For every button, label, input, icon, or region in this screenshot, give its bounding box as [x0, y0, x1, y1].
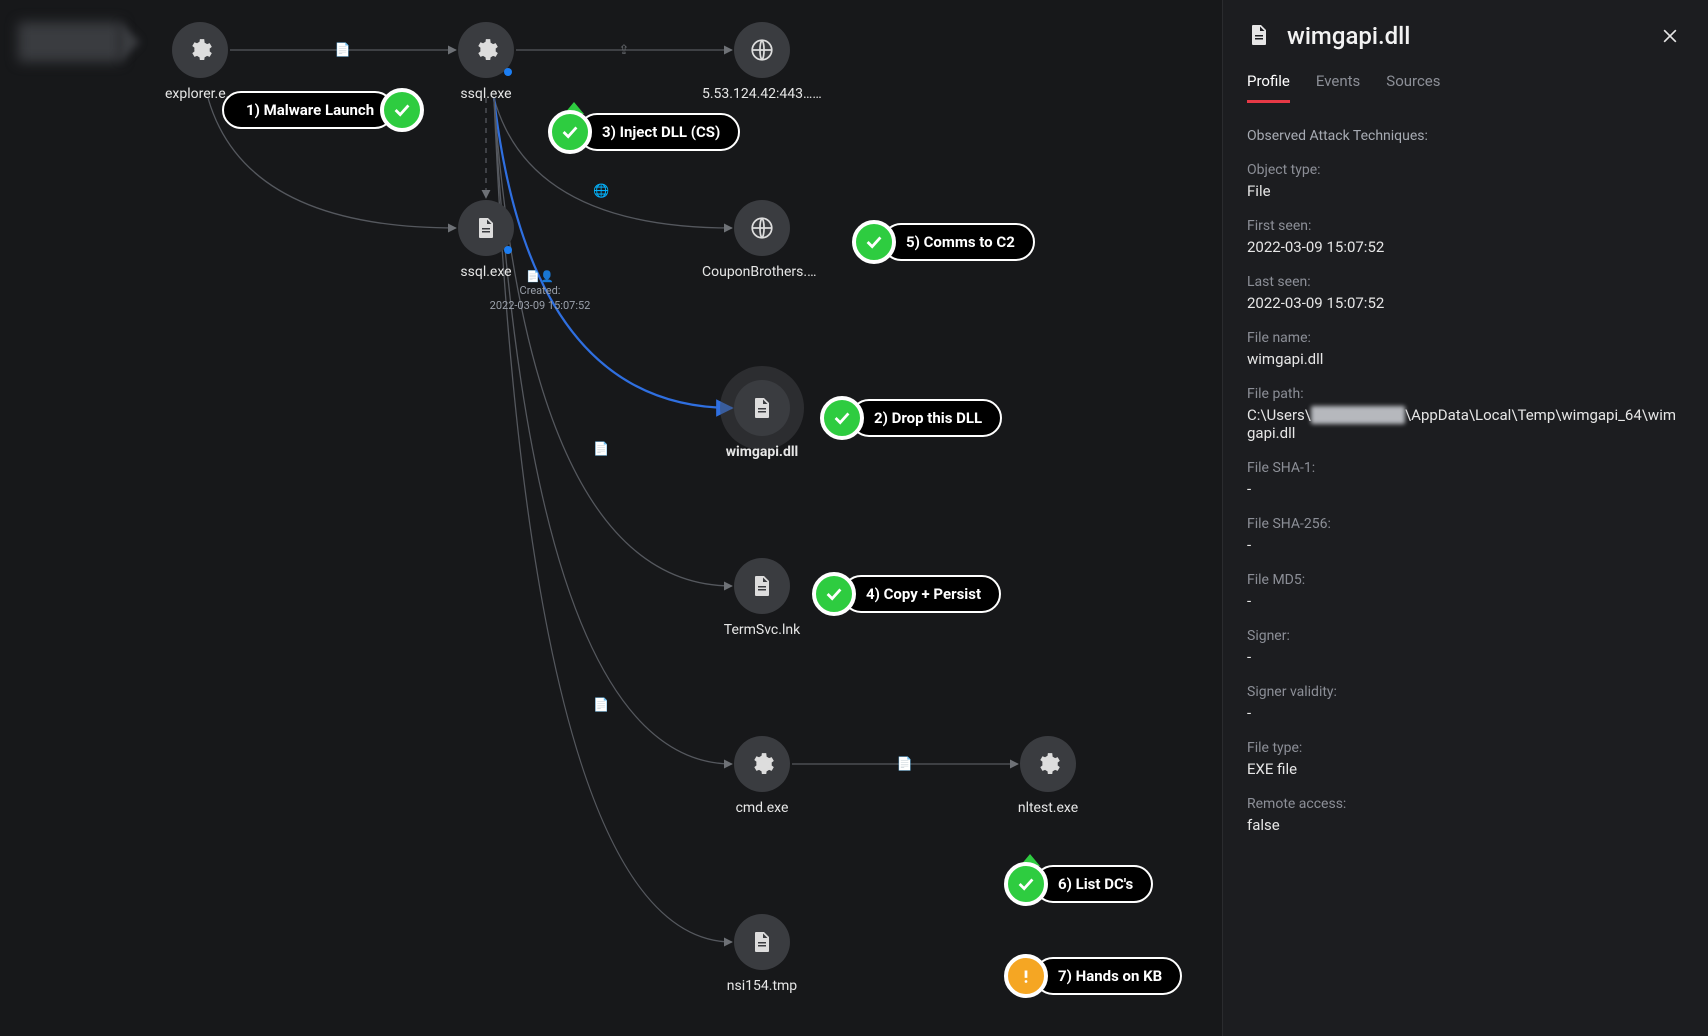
annotation-badge: 3) Inject DLL (CS)	[548, 114, 740, 150]
check-icon	[380, 88, 424, 132]
field-value: C:\Users\XXXXXXXXXX\AppData\Local\Temp\w…	[1247, 406, 1684, 442]
check-icon	[1004, 862, 1048, 906]
field-key: Signer:	[1247, 628, 1684, 644]
warning-icon	[1004, 954, 1048, 998]
annotation-badge: 6) List DC's	[1004, 866, 1153, 902]
node-label: TermSvc.lnk	[702, 622, 822, 638]
annotation-badge: 1) Malware Launch	[222, 92, 424, 128]
annotation-label: 4) Copy + Persist	[842, 575, 1001, 613]
field-value: File	[1247, 182, 1684, 200]
field-key: File MD5:	[1247, 572, 1684, 588]
file-icon	[1247, 23, 1273, 49]
node-label: cmd.exe	[702, 800, 822, 816]
edge-icon: 📄	[334, 41, 352, 59]
annotation-label: 2) Drop this DLL	[850, 399, 1002, 437]
process-graph-canvas[interactable]: explorer.e… ssql.exe 5.53.124.42:443…2:443…	[0, 0, 1222, 1036]
field-value: 2022-03-09 15:07:52	[1247, 238, 1684, 256]
edge-icon: 📄	[592, 440, 610, 458]
annotation-label: 1) Malware Launch	[222, 91, 394, 129]
annotation-label: 7) Hands on KB	[1034, 957, 1182, 995]
field-value: -	[1247, 536, 1684, 554]
annotation-label: 6) List DC's	[1034, 865, 1153, 903]
node-wimgapi[interactable]: wimgapi.dll	[702, 380, 822, 460]
field-key: First seen:	[1247, 218, 1684, 234]
edge-icon: 🌐	[592, 183, 610, 201]
field-key: File SHA-256:	[1247, 516, 1684, 532]
annotation-badge: 4) Copy + Persist	[812, 576, 1001, 612]
node-termsvc[interactable]: TermSvc.lnk	[702, 558, 822, 638]
tab-sources[interactable]: Sources	[1386, 72, 1440, 103]
annotation-badge: 5) Comms to C2	[852, 224, 1035, 260]
check-icon	[852, 220, 896, 264]
panel-title: wimgapi.dll	[1287, 22, 1642, 50]
close-button[interactable]	[1656, 22, 1684, 50]
check-icon	[548, 110, 592, 154]
root-chip-arrow	[120, 22, 140, 62]
root-chip	[18, 22, 122, 62]
details-panel: wimgapi.dll Profile Events Sources Observe…	[1222, 0, 1708, 1036]
tab-profile[interactable]: Profile	[1247, 72, 1290, 103]
annotation-badge: 7) Hands on KB	[1004, 958, 1182, 994]
annotation-badge: 2) Drop this DLL	[820, 400, 1002, 436]
globe-icon	[734, 200, 790, 256]
status-dot-icon	[504, 68, 512, 76]
field-value: false	[1247, 816, 1684, 834]
node-ssql1[interactable]: ssql.exe	[426, 22, 546, 102]
field-value: 2022-03-09 15:07:52	[1247, 294, 1684, 312]
field-key: Remote access:	[1247, 796, 1684, 812]
node-label: 5.53.124.42:443…2:443	[702, 86, 822, 102]
node-label: nltest.exe	[988, 800, 1108, 816]
edge-icon: ⇪	[615, 41, 633, 59]
gear-icon	[734, 736, 790, 792]
field-key: Last seen:	[1247, 274, 1684, 290]
field-value: wimgapi.dll	[1247, 350, 1684, 368]
node-label: ssql.exe	[426, 86, 546, 102]
node-coupon[interactable]: CouponBrothers.…com	[702, 200, 822, 280]
field-value: -	[1247, 648, 1684, 666]
file-icon	[734, 558, 790, 614]
field-key: Object type:	[1247, 162, 1684, 178]
gear-icon	[172, 22, 228, 78]
edge-icon: 📄	[896, 755, 914, 773]
node-label: CouponBrothers.…com	[702, 264, 822, 280]
edge-icon: 📄	[592, 697, 610, 715]
node-nsi[interactable]: nsi154.tmp	[702, 914, 822, 994]
edge-created-note: 📄👤Created:2022-03-09 15:07:52	[480, 270, 600, 313]
node-label: wimgapi.dll	[702, 444, 822, 460]
field-value: -	[1247, 592, 1684, 610]
panel-tabs: Profile Events Sources	[1247, 72, 1684, 104]
check-icon	[812, 572, 856, 616]
file-icon	[734, 380, 790, 436]
tab-events[interactable]: Events	[1316, 72, 1360, 103]
node-nltest[interactable]: nltest.exe	[988, 736, 1108, 816]
node-ssql2[interactable]: ssql.exe	[426, 200, 546, 280]
node-ip[interactable]: 5.53.124.42:443…2:443	[702, 22, 822, 102]
field-key: File path:	[1247, 386, 1684, 402]
status-dot-icon	[504, 246, 512, 254]
node-cmd[interactable]: cmd.exe	[702, 736, 822, 816]
field-value: -	[1247, 480, 1684, 498]
file-icon	[734, 914, 790, 970]
gear-icon	[1020, 736, 1076, 792]
check-icon	[820, 396, 864, 440]
annotation-label: 5) Comms to C2	[882, 223, 1035, 261]
field-value: EXE file	[1247, 760, 1684, 778]
field-value: -	[1247, 704, 1684, 722]
field-key: File type:	[1247, 740, 1684, 756]
annotation-label: 3) Inject DLL (CS)	[578, 113, 740, 151]
node-explorer[interactable]: explorer.e…	[140, 22, 260, 102]
globe-icon	[734, 22, 790, 78]
field-key: File name:	[1247, 330, 1684, 346]
node-label: nsi154.tmp	[702, 978, 822, 994]
section-heading: Observed Attack Techniques:	[1247, 128, 1684, 144]
field-key: Signer validity:	[1247, 684, 1684, 700]
field-key: File SHA-1:	[1247, 460, 1684, 476]
